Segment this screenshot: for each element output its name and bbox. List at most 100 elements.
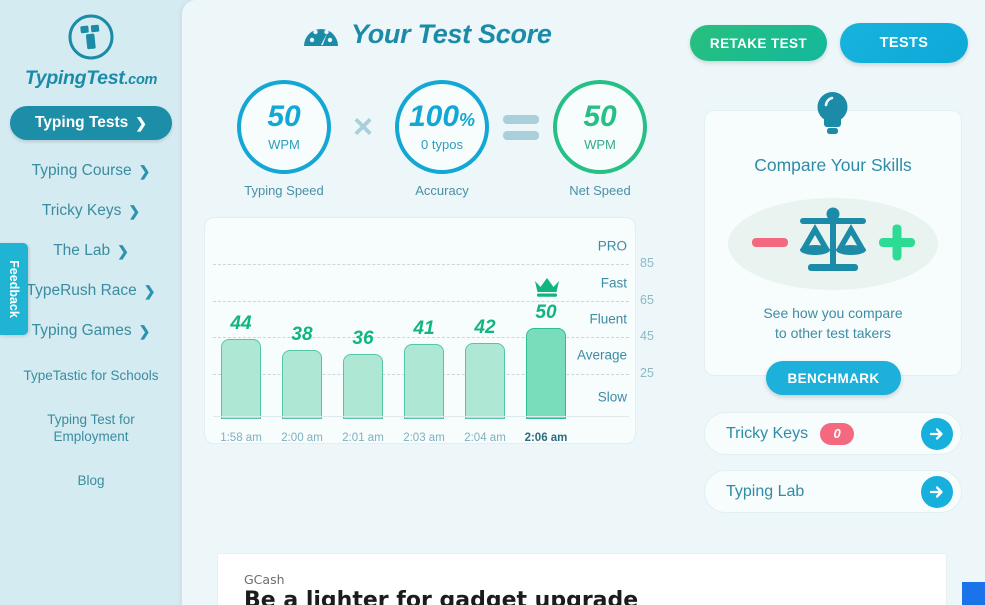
retake-test-button[interactable]: RETAKE TEST (690, 25, 827, 61)
ad-open-button[interactable]: OPEN ❯ (962, 582, 985, 605)
chart-bar[interactable] (221, 338, 261, 419)
chart-band-label: PRO (597, 238, 627, 254)
quick-link-tricky-keys[interactable]: Tricky Keys 0 (704, 412, 962, 455)
accuracy-circle: 100% 0 typos (395, 80, 489, 174)
chart-bar-rect (465, 342, 505, 419)
chart-bar-value-label: 44 (230, 312, 252, 334)
arrow-right-circle-icon[interactable] (921, 417, 953, 450)
page-title-text: Your Test Score (351, 18, 552, 49)
sidebar-item-typing-tests[interactable]: Typing Tests ❯ (10, 106, 172, 140)
chart-x-tick-label: 2:04 am (464, 432, 506, 444)
chart-bar[interactable] (465, 342, 505, 419)
quick-link-typing-lab[interactable]: Typing Lab (704, 470, 962, 513)
typing-test-circle-t-logo-icon (68, 14, 114, 60)
chart-gridline (213, 300, 629, 302)
typos-count: 0 typos (421, 137, 463, 152)
feedback-tab[interactable]: Feedback (0, 243, 28, 335)
history-bar-chart: PRO Fast Fluent Average Slow 44 1:58 am 38 2:00 … (204, 217, 636, 444)
chart-y-tick-label: 65 (640, 292, 654, 307)
page-title: Your Test Score (302, 18, 552, 50)
chart-bar-rect (526, 328, 566, 419)
arrow-right-circle-icon[interactable] (921, 475, 953, 508)
chart-bar-value-label: 42 (474, 316, 496, 338)
brand-logo[interactable]: TypingTest.com (25, 12, 157, 90)
typing-speed-caption: Typing Speed (244, 183, 324, 198)
multiply-icon: × (353, 107, 373, 146)
sidebar-item-label: TypeRush Race (26, 282, 137, 299)
feedback-tab-label: Feedback (7, 260, 22, 318)
chart-x-tick-label: 1:58 am (220, 432, 262, 444)
score-summary: 50 WPM Typing Speed × 100% 0 typos Accur… (212, 80, 672, 200)
chart-bar-value-label: 50 (535, 302, 557, 324)
chart-gridline (213, 264, 629, 266)
typing-speed-score: 50 WPM Typing Speed (229, 80, 339, 198)
net-speed-caption: Net Speed (569, 183, 631, 198)
brand-name-text: TypingTest (24, 67, 125, 89)
sidebar-item-label: Typing Course (31, 162, 132, 179)
net-speed-value: 50 (583, 100, 617, 133)
main-content: Your Test Score RETAKE TEST TESTS 50 WPM… (182, 0, 985, 605)
sidebar-item-typing-course[interactable]: Typing Course ❯ (0, 162, 182, 180)
chart-x-tick-label: 2:06 am (524, 432, 568, 444)
percent-sign: % (459, 110, 476, 130)
benchmark-button[interactable]: BENCHMARK (766, 361, 901, 395)
chart-bar-rect (221, 338, 261, 419)
chart-y-tick-label: 25 (640, 365, 654, 380)
chart-x-tick-label: 2:00 am (281, 432, 323, 444)
chart-bar[interactable] (343, 353, 383, 419)
brand-name: TypingTest.com (24, 67, 158, 90)
accuracy-value: 100% (408, 100, 476, 133)
sidebar-item-label: Typing Tests (34, 114, 129, 131)
chart-bar-value-label: 38 (291, 323, 313, 345)
chart-x-tick-label: 2:01 am (342, 432, 384, 444)
speedometer-icon (304, 29, 338, 46)
chart-x-axis (213, 416, 629, 417)
net-speed-score: 50 WPM Net Speed (545, 80, 655, 198)
quick-link-label: Typing Lab (726, 482, 805, 500)
sidebar-link-blog[interactable]: Blog (0, 472, 182, 489)
tests-button[interactable]: TESTS (840, 23, 968, 63)
chart-y-ticks: 85 65 45 25 (640, 217, 680, 444)
chevron-right-icon: ❯ (138, 322, 151, 339)
ad-headline: Be a lighter for gadget upgrade (244, 588, 639, 605)
status-badge: 0 (820, 422, 855, 445)
chevron-right-icon: ❯ (128, 202, 141, 219)
chart-bar-rect (282, 349, 322, 419)
lightbulb-icon (817, 92, 848, 134)
chart-band-label: Average (576, 347, 627, 363)
sidebar-item-tricky-keys[interactable]: Tricky Keys ❯ (0, 202, 182, 220)
sidebar-item-label: The Lab (53, 242, 111, 259)
compare-illustration (728, 198, 938, 290)
chevron-right-icon: ❯ (143, 282, 156, 299)
minus-icon (752, 238, 788, 247)
chart-band-label: Fast (600, 275, 627, 291)
compare-subtitle-line1: See how you compare (763, 305, 903, 321)
chart-band-label: Fluent (589, 311, 627, 327)
chart-band-label: Slow (597, 389, 627, 405)
chart-bar[interactable] (404, 344, 444, 419)
advertisement[interactable]: GCash Be a lighter for gadget upgrade OP… (217, 553, 985, 605)
chart-bar-value-label: 36 (352, 327, 374, 349)
accuracy-caption: Accuracy (415, 183, 469, 198)
typing-speed-unit: WPM (268, 137, 300, 152)
chevron-right-icon: ❯ (135, 114, 148, 131)
typing-speed-circle: 50 WPM (237, 80, 331, 174)
balance-scale-icon (752, 207, 915, 271)
sidebar-item-label: Typing Games (31, 322, 132, 339)
compare-skills-title: Compare Your Skills (754, 155, 912, 175)
net-speed-unit: WPM (584, 137, 616, 152)
chart-bar[interactable] (282, 349, 322, 419)
chart-bar[interactable] (526, 328, 566, 419)
chart-x-tick-label: 2:03 am (403, 432, 445, 444)
chart-y-tick-label: 45 (640, 329, 654, 344)
brand-tld: .com (124, 72, 158, 88)
chart-y-tick-label: 85 (640, 256, 654, 271)
ad-source: GCash (244, 572, 285, 587)
compare-skills-subtitle: See how you compare to other test takers (704, 303, 962, 343)
sidebar-link-typetastic[interactable]: TypeTastic for Schools (0, 367, 182, 384)
sidebar-link-employment[interactable]: Typing Test for Employment (0, 411, 182, 445)
equals-icon (497, 80, 545, 174)
plus-icon (879, 224, 915, 261)
chart-bar-rect (404, 344, 444, 419)
compare-subtitle-line2: to other test takers (775, 325, 891, 341)
